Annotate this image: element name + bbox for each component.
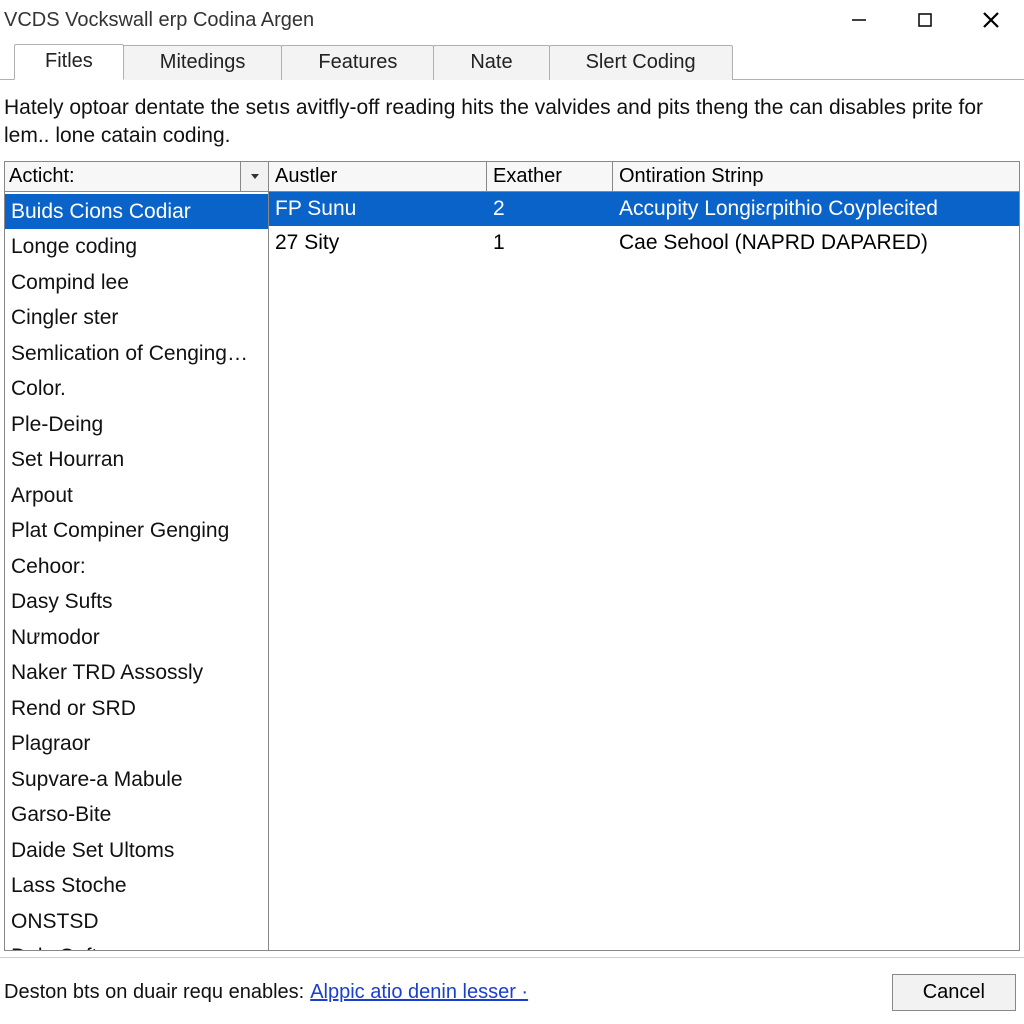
left-header: Acticht: [5, 162, 268, 192]
list-item[interactable]: Naker TRD Assossly [5, 655, 268, 691]
main-panel: Acticht: Buids Cions Codiar Longe coding… [4, 161, 1020, 951]
list-item[interactable]: Lass Stoche [5, 868, 268, 904]
list-item[interactable]: Cehoor: [5, 549, 268, 585]
footer: Deston bts on duair requ enables: Alppic… [0, 957, 1024, 1017]
list-item[interactable]: Cingleɾ ster [5, 300, 268, 336]
list-item[interactable]: Nưmodor [5, 620, 268, 656]
cell-austler: FP Sunu [269, 193, 487, 226]
list-item[interactable]: Daide Set Ultoms [5, 833, 268, 869]
tab-features[interactable]: Features [281, 45, 434, 80]
column-header-austler[interactable]: Austler [269, 162, 487, 191]
close-icon [981, 10, 1001, 30]
left-list: Buids Cions Codiar Longe coding Compind … [5, 192, 268, 950]
window-title: VCDS Vockswall erp Codina Argen [4, 9, 314, 32]
tab-slert-coding[interactable]: Slert Coding [549, 45, 733, 80]
table-row[interactable]: 27 Sity 1 Cae Sehool (NAPRD DAPARED) [269, 226, 1019, 261]
left-header-label: Acticht: [9, 165, 75, 188]
list-item[interactable]: Supvare-a Mabule [5, 762, 268, 798]
list-item[interactable]: ONSTSD [5, 904, 268, 940]
cell-ontiration: Cae Sehool (NAPRD DAPARED) [613, 227, 1019, 260]
cell-austler: 27 Sity [269, 227, 487, 260]
list-item[interactable]: Dely Cafts [5, 939, 268, 950]
tab-mitedings[interactable]: Mitedings [123, 45, 283, 80]
tab-nate[interactable]: Nate [433, 45, 549, 80]
list-item[interactable]: Garso-Bite [5, 797, 268, 833]
list-item[interactable]: Longe coding [5, 229, 268, 265]
maximize-button[interactable] [892, 0, 958, 40]
right-pane: Austler Exather Ontiration Strinp FP Sun… [269, 162, 1019, 950]
right-header: Austler Exather Ontiration Strinp [269, 162, 1019, 192]
list-item[interactable]: Set Hourran [5, 442, 268, 478]
maximize-icon [917, 12, 933, 28]
list-item[interactable]: Color. [5, 371, 268, 407]
list-item[interactable]: Buids Cions Codiar [5, 194, 268, 230]
footer-text: Deston bts on duair requ enables: Alppic… [4, 981, 528, 1004]
title-bar: VCDS Vockswall erp Codina Argen [0, 0, 1024, 40]
list-item[interactable]: Plat Compiner Genging [5, 513, 268, 549]
list-item[interactable]: Arpout [5, 478, 268, 514]
tab-description: Hately optoar dentate the setıs avitfly-… [0, 80, 1024, 161]
footer-link[interactable]: Alppic atio denin lesser · [310, 981, 528, 1004]
list-item[interactable]: Ple-Deing [5, 407, 268, 443]
cell-exather: 2 [487, 193, 613, 226]
chevron-down-icon [249, 170, 261, 182]
left-dropdown-button[interactable] [240, 162, 268, 191]
minimize-icon [851, 12, 867, 28]
close-button[interactable] [958, 0, 1024, 40]
table-row[interactable]: FP Sunu 2 Accupity Longiɛɾpithio Coyplec… [269, 192, 1019, 227]
cell-ontiration: Accupity Longiɛɾpithio Coyplecited [613, 193, 1019, 226]
column-header-exather[interactable]: Exather [487, 162, 613, 191]
tab-fitles[interactable]: Fitles [14, 44, 124, 80]
cancel-button[interactable]: Cancel [892, 974, 1016, 1011]
tab-strip: Fitles Mitedings Features Nate Slert Cod… [0, 40, 1024, 80]
list-item[interactable]: Dasy Sufts [5, 584, 268, 620]
list-item[interactable]: Compind lee [5, 265, 268, 301]
list-item[interactable]: Rend or SRD [5, 691, 268, 727]
cell-exather: 1 [487, 227, 613, 260]
list-item[interactable]: Semlication of Cenging… [5, 336, 268, 372]
list-item[interactable]: Plagraor [5, 726, 268, 762]
column-header-ontiration[interactable]: Ontiration Strinp [613, 162, 1019, 191]
window-controls [826, 0, 1024, 40]
minimize-button[interactable] [826, 0, 892, 40]
left-pane: Acticht: Buids Cions Codiar Longe coding… [5, 162, 269, 950]
right-rows: FP Sunu 2 Accupity Longiɛɾpithio Coyplec… [269, 192, 1019, 950]
footer-label: Deston bts on duair requ enables: [4, 981, 304, 1004]
